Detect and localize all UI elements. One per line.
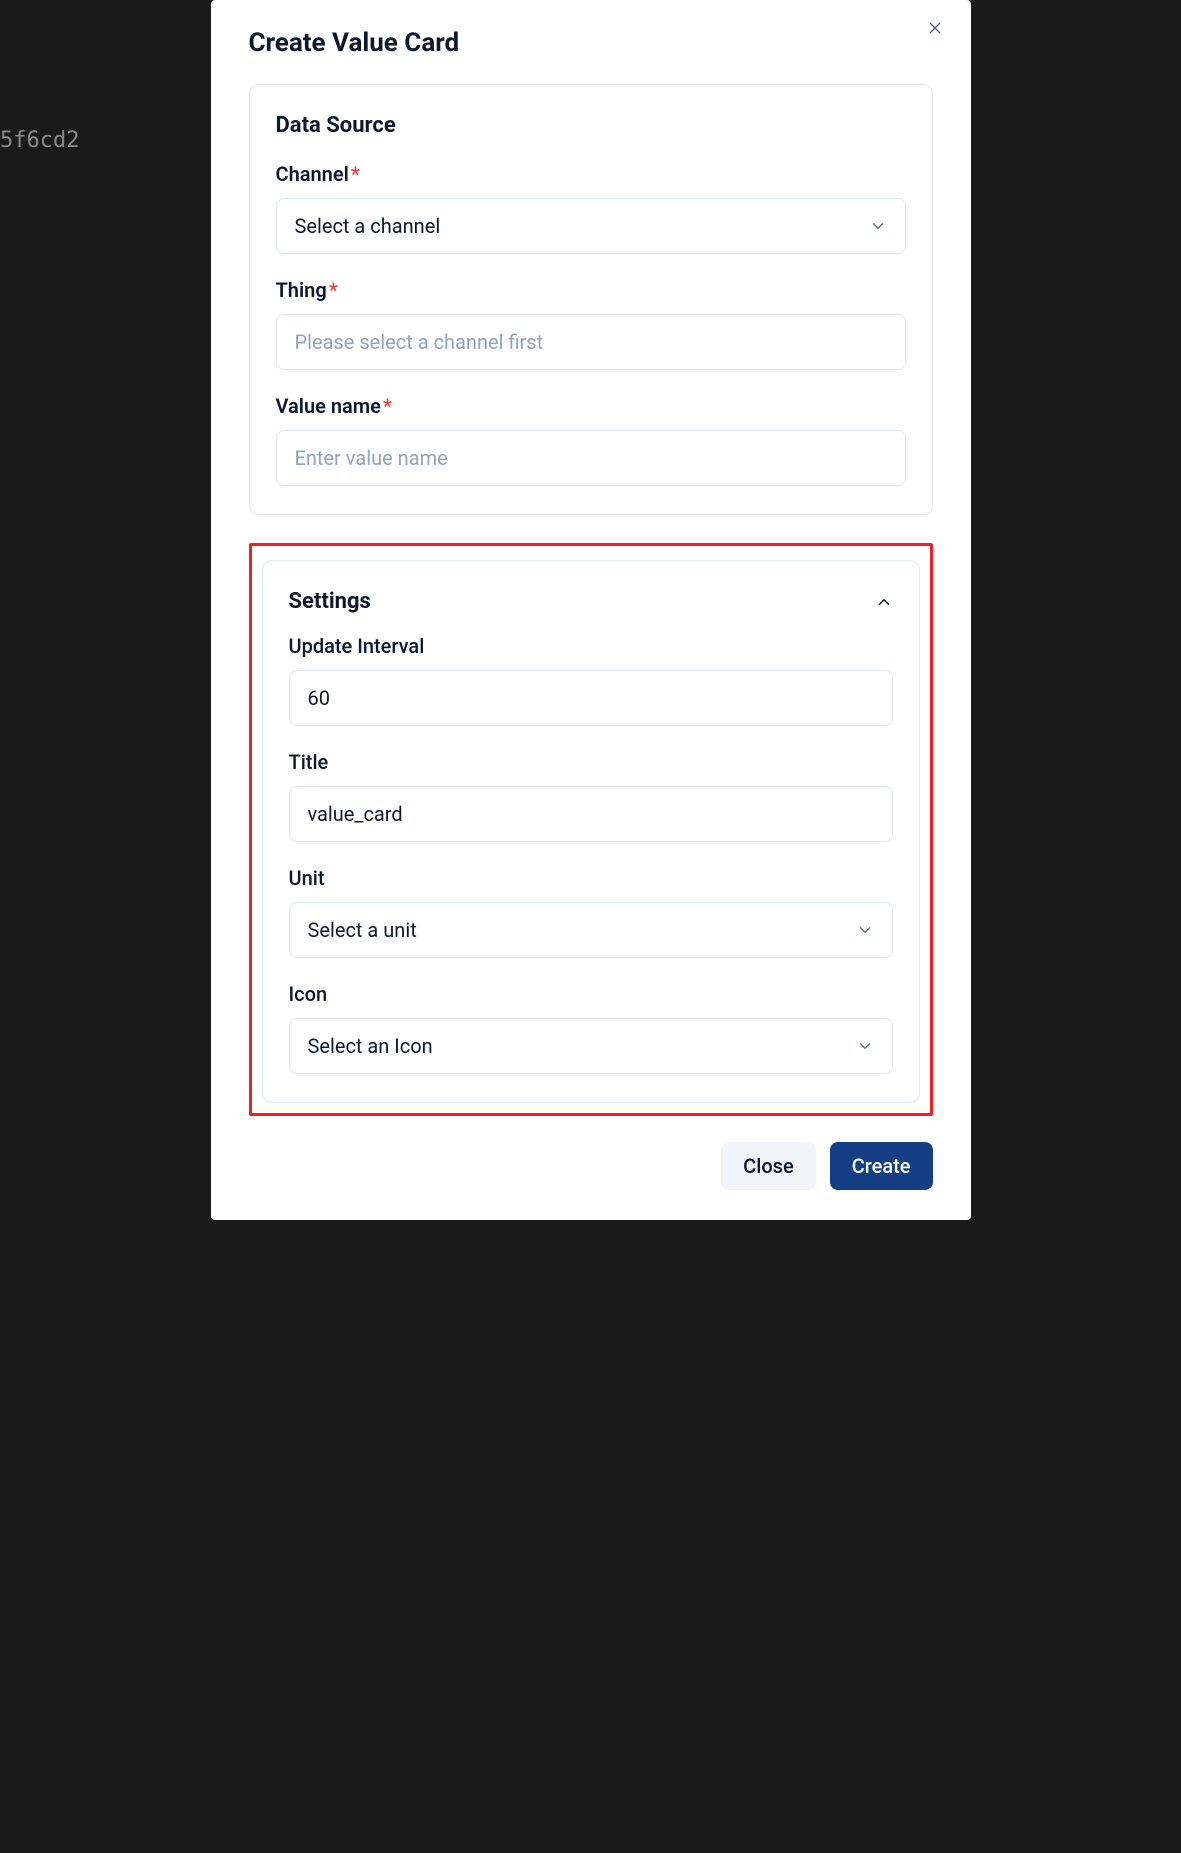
value-name-label: Value name*: [276, 394, 906, 418]
settings-collapse-toggle[interactable]: [875, 593, 893, 611]
title-field: Title: [289, 750, 893, 842]
channel-field: Channel* Select a channel: [276, 162, 906, 254]
value-name-input[interactable]: [276, 430, 906, 486]
channel-select[interactable]: Select a channel: [276, 198, 906, 254]
create-value-card-modal: Create Value Card Data Source Channel* S…: [211, 0, 971, 1220]
background-fragment: 5f6cd2: [0, 128, 79, 153]
update-interval-label: Update Interval: [289, 634, 893, 658]
unit-field: Unit Select a unit: [289, 866, 893, 958]
modal-title: Create Value Card: [249, 28, 933, 58]
icon-field: Icon Select an Icon: [289, 982, 893, 1074]
settings-highlight: Settings Update Interval Title: [249, 543, 933, 1116]
create-button[interactable]: Create: [830, 1142, 933, 1190]
update-interval-input[interactable]: [289, 670, 893, 726]
modal-backdrop: 5f6cd2 Create Value Card Data Source Cha…: [0, 0, 1181, 1853]
data-source-panel: Data Source Channel* Select a channel Th…: [249, 84, 933, 515]
icon-select[interactable]: Select an Icon: [289, 1018, 893, 1074]
thing-label: Thing*: [276, 278, 906, 302]
unit-label: Unit: [289, 866, 893, 890]
thing-field: Thing* Please select a channel first: [276, 278, 906, 370]
close-button[interactable]: Close: [721, 1142, 816, 1190]
title-label: Title: [289, 750, 893, 774]
icon-label: Icon: [289, 982, 893, 1006]
chevron-down-icon: [856, 921, 874, 939]
thing-select[interactable]: Please select a channel first: [276, 314, 906, 370]
value-name-field: Value name*: [276, 394, 906, 486]
chevron-down-icon: [856, 1037, 874, 1055]
chevron-down-icon: [869, 217, 887, 235]
update-interval-field: Update Interval: [289, 634, 893, 726]
settings-panel: Settings Update Interval Title: [262, 560, 920, 1103]
settings-heading: Settings: [289, 589, 371, 614]
data-source-heading: Data Source: [276, 113, 906, 138]
unit-select[interactable]: Select a unit: [289, 902, 893, 958]
chevron-up-icon: [875, 593, 893, 611]
title-input[interactable]: [289, 786, 893, 842]
modal-footer: Close Create: [249, 1142, 933, 1190]
channel-label: Channel*: [276, 162, 906, 186]
close-icon[interactable]: [923, 16, 947, 40]
